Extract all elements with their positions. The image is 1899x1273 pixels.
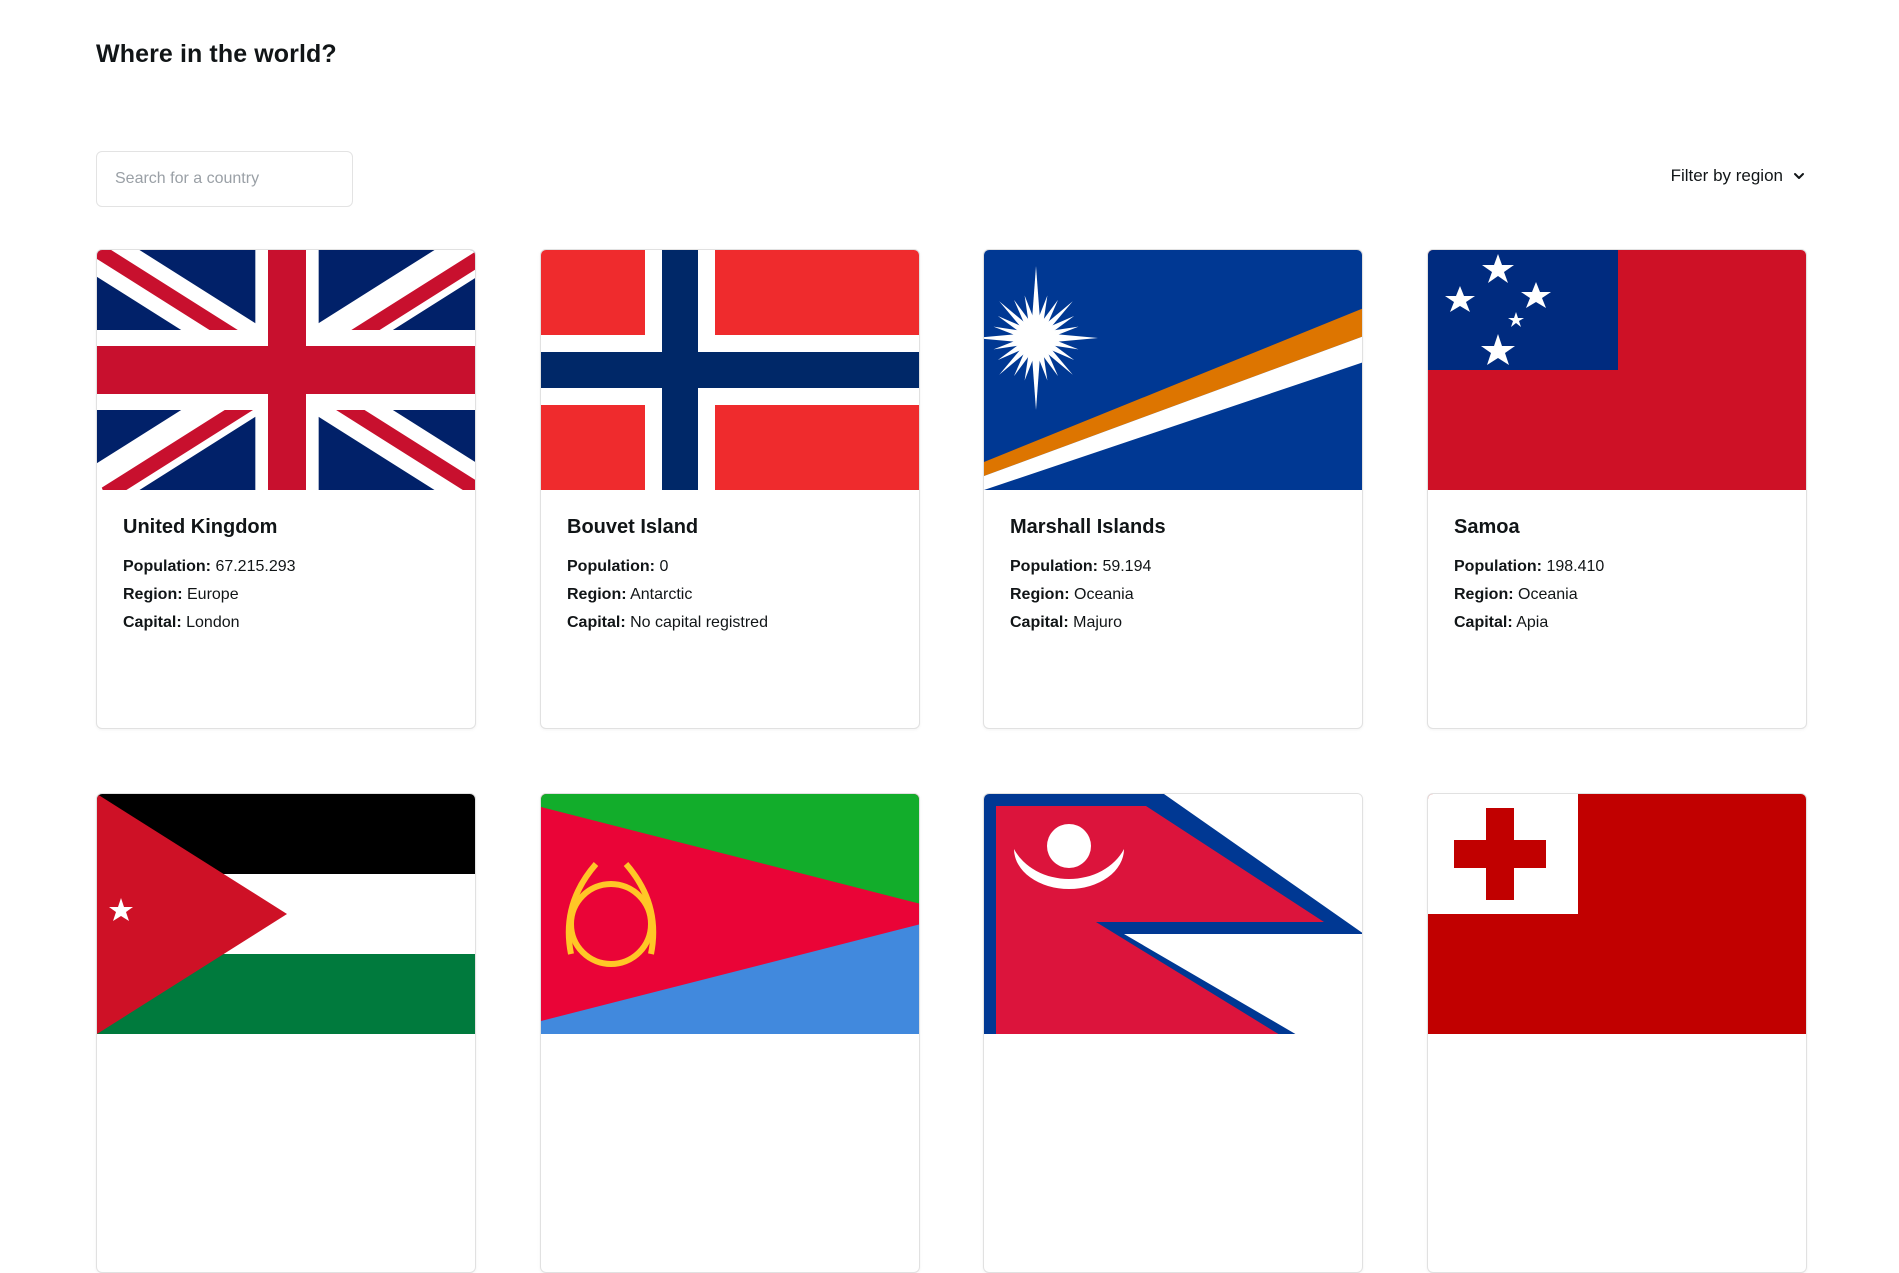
filter-label: Filter by region bbox=[1670, 166, 1783, 185]
region-row: Region: Antarctic bbox=[567, 586, 693, 603]
population-value: 67.215.293 bbox=[215, 558, 296, 575]
region-row: Region: Oceania bbox=[1010, 586, 1134, 603]
region-value: Oceania bbox=[1074, 586, 1134, 603]
country-card[interactable]: Bouvet Island Population: 0 Region: Anta… bbox=[540, 249, 920, 729]
population-row: Population: 198.410 bbox=[1454, 558, 1605, 575]
capital-row: Capital: Apia bbox=[1454, 614, 1549, 631]
country-card[interactable]: Marshall Islands Population: 59.194 Regi… bbox=[983, 249, 1363, 729]
capital-value: No capital registred bbox=[630, 614, 768, 631]
country-name: United Kingdom bbox=[123, 516, 278, 538]
country-card[interactable]: United Kingdom Population: 67.215.293 Re… bbox=[96, 249, 476, 729]
region-value: Europe bbox=[187, 586, 239, 603]
page: Where in the world? Filter by region Uni… bbox=[0, 0, 1899, 1273]
region-filter-dropdown[interactable]: Filter by region bbox=[1671, 166, 1805, 186]
uk-flag bbox=[97, 250, 475, 490]
eritrea-flag bbox=[541, 794, 919, 1034]
population-row: Population: 67.215.293 bbox=[123, 558, 296, 575]
region-value: Oceania bbox=[1518, 586, 1578, 603]
country-name: Bouvet Island bbox=[567, 516, 699, 538]
capital-row: Capital: London bbox=[123, 614, 240, 631]
capital-row: Capital: No capital registred bbox=[567, 614, 768, 631]
country-card[interactable] bbox=[1427, 793, 1807, 1273]
country-card[interactable] bbox=[540, 793, 920, 1273]
country-name: Marshall Islands bbox=[1010, 516, 1166, 538]
country-card[interactable] bbox=[983, 793, 1363, 1273]
country-card[interactable]: Samoa Population: 198.410 Region: Oceani… bbox=[1427, 249, 1807, 729]
region-value: Antarctic bbox=[630, 586, 693, 603]
capital-value: Apia bbox=[1516, 614, 1549, 631]
bouvet-island-flag bbox=[541, 250, 919, 490]
region-row: Region: Europe bbox=[123, 586, 239, 603]
chevron-down-icon bbox=[1794, 173, 1804, 179]
population-value: 198.410 bbox=[1546, 558, 1605, 575]
marshall-islands-flag bbox=[984, 250, 1362, 490]
nepal-flag bbox=[984, 794, 1362, 1034]
tonga-flag bbox=[1428, 794, 1806, 1034]
page-title: Where in the world? bbox=[96, 40, 337, 68]
samoa-flag bbox=[1428, 250, 1806, 490]
population-value: 0 bbox=[659, 558, 669, 575]
population-row: Population: 0 bbox=[567, 558, 669, 575]
capital-value: Majuro bbox=[1073, 614, 1123, 631]
country-card[interactable] bbox=[96, 793, 476, 1273]
population-value: 59.194 bbox=[1102, 558, 1152, 575]
search-input[interactable] bbox=[113, 169, 336, 189]
country-name: Samoa bbox=[1454, 516, 1520, 538]
jordan-flag bbox=[97, 794, 475, 1034]
population-row: Population: 59.194 bbox=[1010, 558, 1152, 575]
capital-value: London bbox=[186, 614, 240, 631]
search-box[interactable] bbox=[96, 151, 353, 207]
capital-row: Capital: Majuro bbox=[1010, 614, 1123, 631]
region-row: Region: Oceania bbox=[1454, 586, 1578, 603]
